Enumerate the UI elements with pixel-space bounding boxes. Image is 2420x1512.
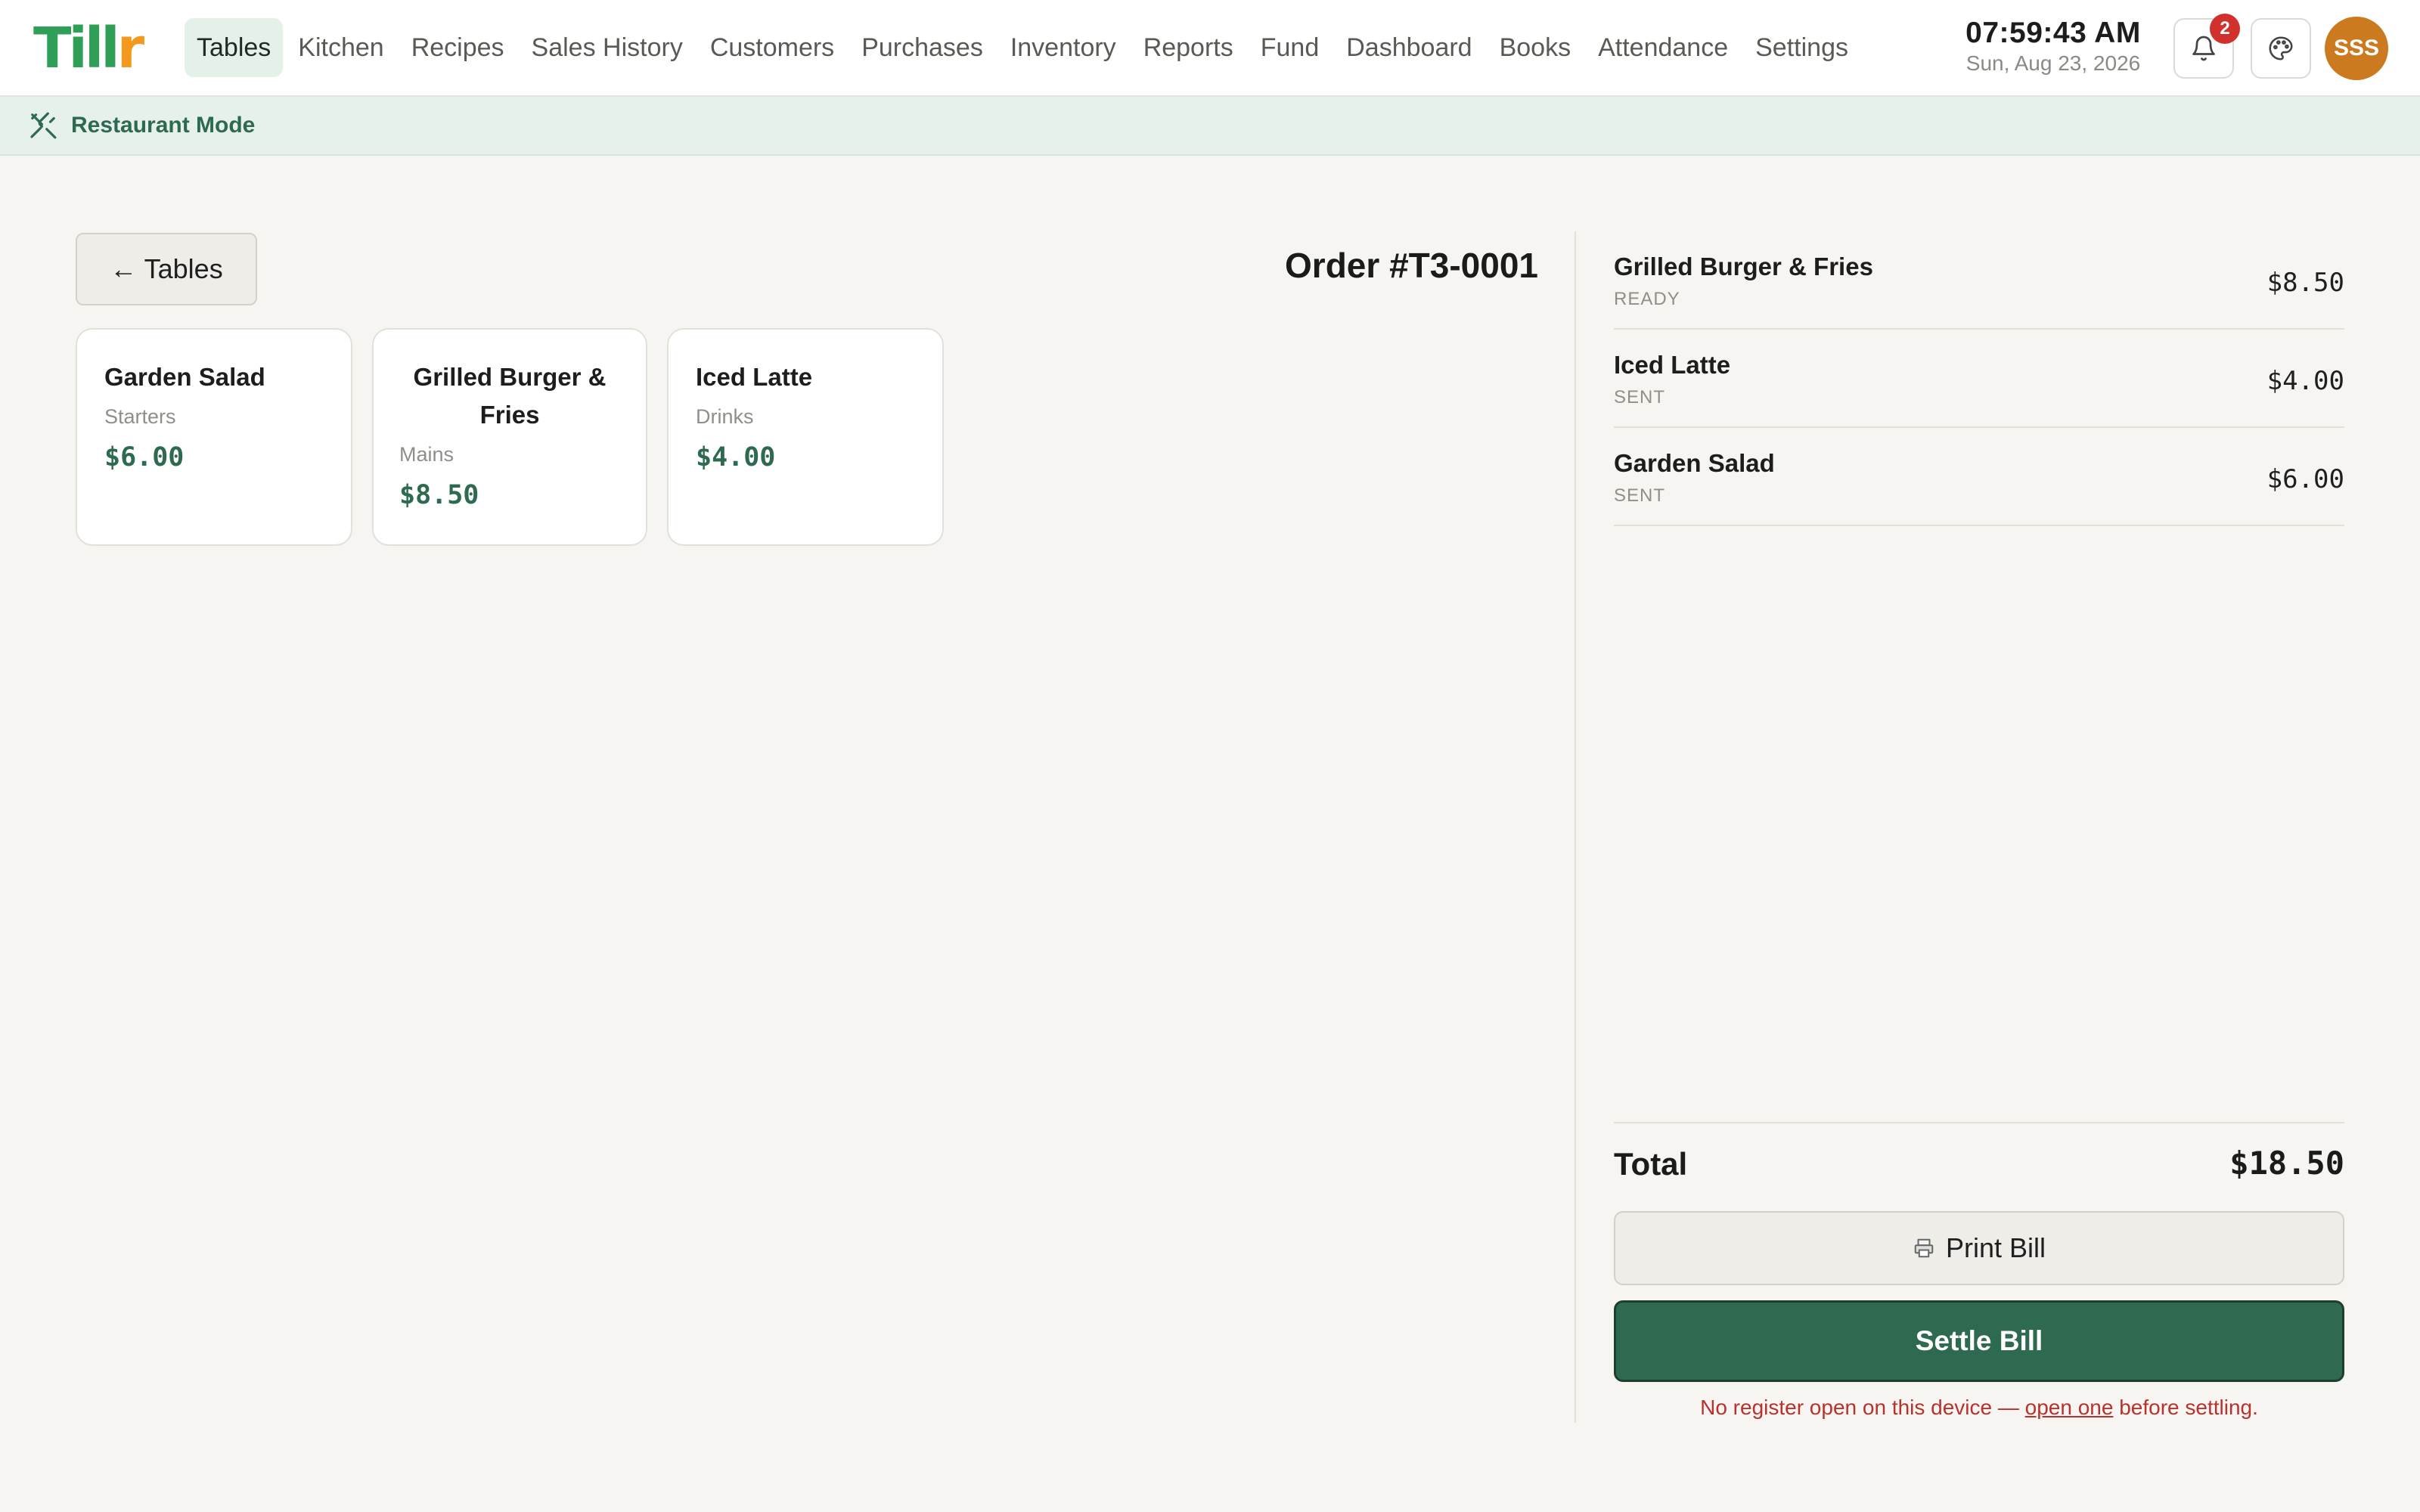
notification-count-badge: 2 [2210,14,2240,44]
menu-item-category: Drinks [696,405,754,428]
menu-item-price: $4.00 [696,442,776,472]
order-line-price: $4.00 [2266,366,2344,396]
nav-item-books[interactable]: Books [1488,18,1584,77]
logo-accent: r [116,16,144,81]
nav-item-fund[interactable]: Fund [1249,18,1332,77]
utensils-crossed-icon [29,110,59,141]
nav-item-dashboard[interactable]: Dashboard [1334,18,1484,77]
top-navigation-bar: Till r Tables Kitchen Recipes Sales Histo… [0,0,2420,97]
total-separator [1614,1122,2344,1123]
user-avatar[interactable]: SSS [2325,17,2388,80]
order-line-price: $6.00 [2266,464,2344,494]
nav-item-settings[interactable]: Settings [1743,18,1860,77]
print-bill-label: Print Bill [1945,1232,2046,1263]
register-warning: No register open on this device — open o… [1614,1396,2344,1420]
menu-item-card[interactable]: Garden Salad Starters $6.00 [76,328,352,546]
nav-item-inventory[interactable]: Inventory [998,18,1128,77]
order-line-name: Grilled Burger & Fries [1614,253,1873,280]
order-line-name: Iced Latte [1614,351,1731,379]
order-line-price: $8.50 [2266,268,2344,298]
order-line-item[interactable]: Garden Salad SENT $6.00 [1614,428,2344,526]
menu-item-name: Grilled Burger & Fries [413,363,607,429]
clock-date: Sun, Aug 23, 2026 [1965,51,2141,75]
nav-item-purchases[interactable]: Purchases [849,18,995,77]
nav-item-customers[interactable]: Customers [698,18,846,77]
total-value: $18.50 [2229,1145,2344,1182]
theme-button[interactable] [2251,18,2311,79]
order-line-status: READY [1614,289,1680,309]
app-logo[interactable]: Till r [33,16,144,81]
menu-item-price: $6.00 [104,442,185,472]
nav-item-kitchen[interactable]: Kitchen [286,18,396,77]
menu-item-category: Starters [104,405,176,428]
mode-label: Restaurant Mode [71,113,256,138]
clock-time: 07:59:43 AM [1965,17,2141,49]
notifications-button[interactable]: 2 [2173,14,2240,79]
menu-item-card[interactable]: Grilled Burger & Fries Mains $8.50 [372,328,647,546]
clock: 07:59:43 AM Sun, Aug 23, 2026 [1959,17,2148,76]
total-label: Total [1614,1146,1688,1182]
order-line-name: Garden Salad [1614,449,1775,477]
back-to-tables-button[interactable]: ← Tables [76,233,257,305]
mode-bar: Restaurant Mode [0,97,2420,156]
menu-item-price: $8.50 [399,480,479,510]
menu-item-name: Iced Latte [696,363,813,391]
menu-item-category: Mains [399,443,455,466]
nav-item-reports[interactable]: Reports [1131,18,1246,77]
warning-suffix: before settling. [2113,1396,2258,1419]
main-nav: Tables Kitchen Recipes Sales History Cus… [185,18,1863,77]
menu-item-name: Garden Salad [104,363,265,391]
order-line-item[interactable]: Grilled Burger & Fries READY $8.50 [1614,231,2344,330]
menu-item-card[interactable]: Iced Latte Drinks $4.00 [667,328,944,546]
order-line-item[interactable]: Iced Latte SENT $4.00 [1614,330,2344,428]
order-line-status: SENT [1614,485,1666,506]
print-bill-button[interactable]: Print Bill [1614,1211,2344,1285]
order-line-status: SENT [1614,387,1666,407]
nav-item-attendance[interactable]: Attendance [1586,18,1740,77]
nav-item-recipes[interactable]: Recipes [399,18,517,77]
panel-divider [1575,231,1576,1423]
printer-icon [1913,1237,1935,1259]
warning-prefix: No register open on this device — [1700,1396,2025,1419]
order-title: Order #T3-0001 [1285,246,1538,285]
nav-item-tables[interactable]: Tables [185,18,284,77]
open-register-link[interactable]: open one [2025,1396,2114,1419]
nav-item-sales-history[interactable]: Sales History [520,18,695,77]
logo-text: Till [33,16,120,81]
settle-bill-button[interactable]: Settle Bill [1614,1300,2344,1382]
palette-icon [2269,36,2293,60]
